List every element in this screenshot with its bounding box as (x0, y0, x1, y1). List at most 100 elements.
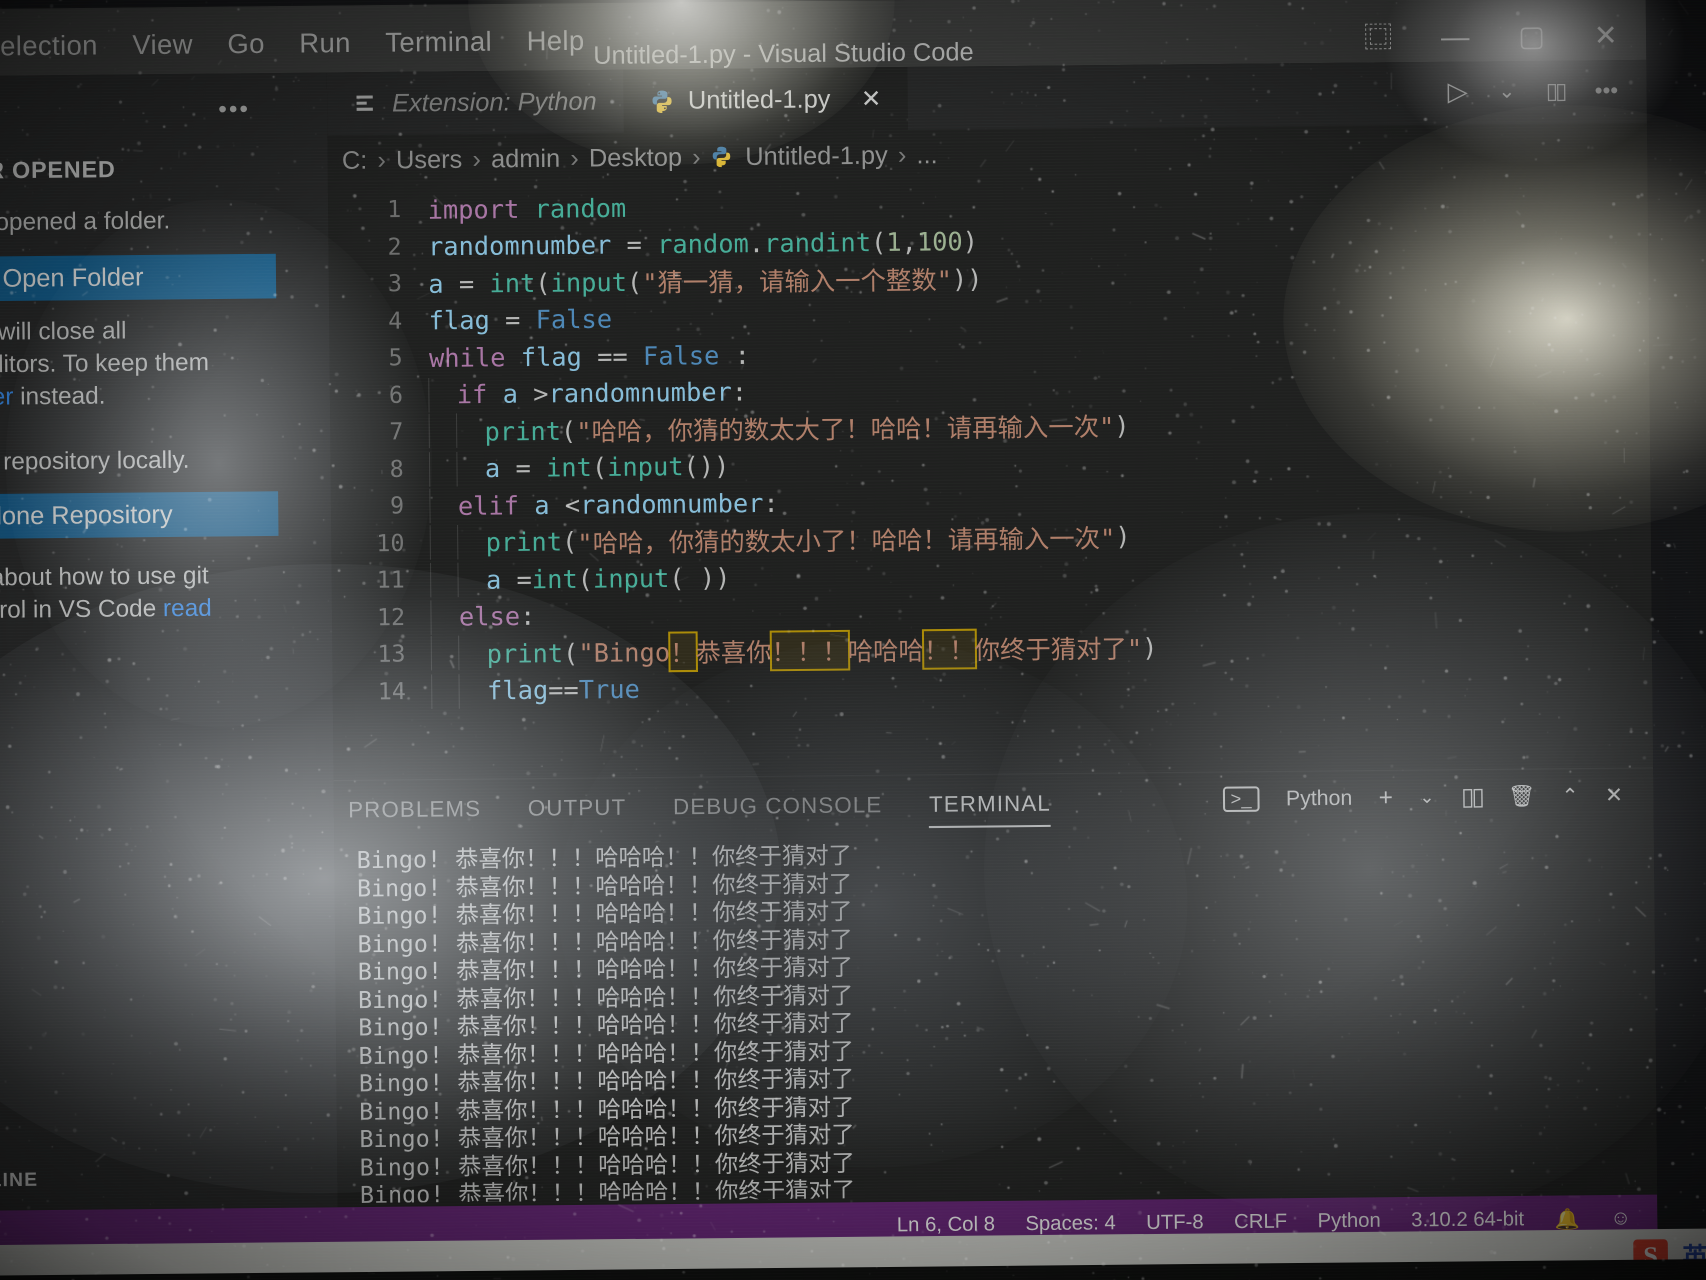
line-number: 10 (376, 530, 405, 558)
breadcrumb-item[interactable]: C: (342, 146, 368, 176)
explorer-more-icon[interactable]: ••• (218, 96, 250, 125)
code-line-content: flag = False (429, 305, 613, 336)
breadcrumb-separator: › (472, 144, 482, 174)
panel-tab-terminal[interactable]: TERMINAL (928, 790, 1052, 829)
minimize-button[interactable]: — (1441, 21, 1470, 53)
explorer-sidebar: ER ••• LDER OPENED ave not yet opened a … (0, 72, 338, 1212)
terminal-chevron-icon[interactable]: ⌄ (1419, 787, 1435, 808)
panel-tab-problems[interactable]: PROBLEMS (348, 796, 481, 834)
python-interpreter[interactable]: 3.10.2 64-bit (1411, 1208, 1524, 1232)
code-token: "猜一猜，请输入一个整数" (642, 265, 953, 299)
code-token: ( (562, 638, 579, 668)
no-folder-section-title[interactable]: LDER OPENED (0, 156, 116, 185)
cursor-position[interactable]: Ln 6, Col 8 (897, 1213, 995, 1237)
code-token: )) (951, 263, 983, 294)
code-token: a (428, 269, 444, 299)
new-terminal-icon[interactable]: + (1379, 784, 1393, 813)
code-line-content: print("哈哈，你猜的数太小了！哈哈！请再输入一次") (429, 518, 1131, 561)
indent-guide (430, 635, 460, 671)
indent-guide (455, 413, 485, 449)
folder-hint-suffix: instead. (13, 382, 106, 411)
close-panel-icon[interactable]: ✕ (1605, 783, 1623, 809)
code-token: ( (577, 564, 594, 594)
code-line-content: else: (430, 599, 535, 635)
code-token: 你终于猜对了" (974, 634, 1143, 666)
bell-icon[interactable]: 🔔 (1554, 1206, 1580, 1232)
split-terminal-icon[interactable]: ▯▯ (1461, 782, 1482, 812)
close-button[interactable]: ✕ (1594, 20, 1618, 52)
tab-close-icon[interactable]: ✕ (861, 84, 882, 114)
code-line-content: if a > randomnumber: (428, 375, 747, 413)
window-controls[interactable]: ⿴ — ▢ ✕ (1364, 20, 1618, 54)
split-editor-icon[interactable]: ▯▯ (1546, 77, 1565, 104)
extension-icon (353, 91, 378, 116)
kill-terminal-icon[interactable]: 🗑 (1508, 784, 1535, 809)
panel-tab-debug-console[interactable]: DEBUG CONSOLE (673, 792, 883, 831)
language-mode[interactable]: Python (1317, 1209, 1380, 1233)
open-folder-button[interactable]: Open Folder (0, 253, 277, 303)
editor-tab-untitled-1-py[interactable]: Untitled-1.py ✕ (622, 66, 908, 133)
code-token: int (531, 564, 578, 595)
indent-guide (457, 524, 486, 560)
indent-guide (456, 451, 486, 487)
breadcrumb-item[interactable]: ... (916, 140, 937, 170)
indent-guide (428, 413, 458, 449)
folder-hint-line1: ing a folder will close all (0, 317, 127, 347)
docs-link[interactable]: docs. (0, 623, 259, 660)
run-chevron-icon[interactable]: ⌄ (1498, 78, 1515, 104)
breadcrumb-item[interactable]: Untitled-1.py (745, 141, 888, 172)
editor-actions[interactable]: ▷ ⌄ ▯▯ ••• (1447, 74, 1618, 107)
code-token: random (534, 193, 627, 224)
folder-hint-line3: , add a folder instead. (0, 378, 257, 415)
maximize-button[interactable]: ▢ (1518, 20, 1545, 52)
line-number: 5 (388, 345, 403, 372)
breadcrumb-separator: › (377, 145, 386, 175)
code-token: flag (520, 341, 582, 372)
code-token: int (545, 452, 593, 483)
line-endings[interactable]: CRLF (1234, 1210, 1287, 1234)
feedback-icon[interactable]: ☺ (1610, 1207, 1631, 1231)
code-line-content: print("哈哈，你猜的数太大了！哈哈！请再输入一次") (428, 407, 1130, 450)
line-number: 14 (377, 678, 406, 706)
code-token: print (485, 527, 563, 558)
line-number: 1 (387, 196, 402, 224)
code-token: a (534, 490, 550, 520)
code-token: : (719, 340, 751, 371)
editor-tab-extension-python[interactable]: Extension: Python (327, 70, 623, 136)
layout-icon[interactable]: ⿴ (1364, 22, 1393, 54)
code-line-content: a = int(input( )) (430, 560, 731, 598)
breadcrumb-item[interactable]: Users (396, 145, 463, 175)
add-a-folder-link[interactable]: add a folder (0, 383, 13, 412)
line-number: 6 (388, 382, 404, 409)
code-token: 哈哈哈 (847, 636, 925, 667)
encoding[interactable]: UTF-8 (1146, 1211, 1204, 1235)
maximize-panel-icon[interactable]: ⌃ (1561, 783, 1579, 809)
code-token: while (428, 342, 506, 373)
indent-guide (431, 673, 460, 709)
indent-guide (430, 562, 459, 598)
panel-tab-output[interactable]: OUTPUT (528, 794, 627, 831)
no-folder-message: ave not yet opened a folder. (0, 207, 171, 237)
run-python-file-icon[interactable]: ▷ (1447, 76, 1468, 108)
code-token: ()) (683, 451, 730, 482)
code-token: input (607, 452, 684, 483)
code-token: ) (1115, 521, 1131, 552)
code-token: elif (457, 490, 520, 521)
panel-tab-bar[interactable]: PROBLEMS OUTPUT DEBUG CONSOLE TERMINAL (348, 790, 1052, 834)
terminal-output[interactable]: Bingo! 恭喜你！！！哈哈哈！！你终于猜对了 Bingo! 恭喜你！！！哈哈哈… (357, 835, 1647, 1203)
clone-repository-button[interactable]: Clone Repository (0, 491, 279, 540)
breadcrumb-item[interactable]: Desktop (589, 143, 682, 173)
outline-section[interactable]: OUTLINE (0, 1170, 38, 1193)
breadcrumb-item[interactable]: admin (491, 144, 560, 174)
read-link[interactable]: read (163, 594, 212, 622)
code-token: "哈哈，你猜的数太小了！哈哈！请再输入一次" (577, 523, 1116, 559)
indentation[interactable]: Spaces: 4 (1025, 1211, 1116, 1235)
code-token: 100 (916, 227, 963, 257)
editor-more-icon[interactable]: ••• (1595, 77, 1619, 104)
code-token: False (642, 340, 720, 371)
code-token: < (549, 490, 581, 520)
indent-guide (458, 673, 488, 709)
terminal-shell-label[interactable]: Python (1286, 786, 1353, 811)
panel-actions[interactable]: >_ Python + ⌄ ▯▯ 🗑 ⌃ ✕ (1222, 781, 1623, 814)
